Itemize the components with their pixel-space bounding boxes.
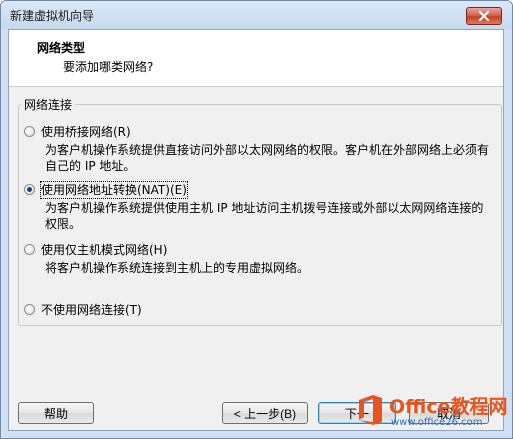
watermark-title: Office教程网 — [389, 396, 508, 418]
close-icon — [479, 11, 489, 21]
title-bar[interactable]: 新建虚拟机向导 — [1, 1, 512, 29]
group-legend: 网络连接 — [21, 96, 76, 113]
watermark: Office教程网 www.office26.com — [355, 390, 511, 436]
help-button[interactable]: 帮助 — [18, 402, 94, 424]
page-subtitle: 要添加哪类网络? — [63, 60, 154, 74]
radio-host-only[interactable] — [24, 244, 35, 255]
office-logo-icon — [359, 395, 382, 425]
back-button[interactable]: < 上一步(B) — [222, 402, 308, 424]
option-nat-label[interactable]: 使用网络地址转换(NAT)(E) — [40, 181, 188, 199]
page-title: 网络类型 — [37, 41, 86, 55]
option-no-network-label[interactable]: 不使用网络连接(T) — [41, 302, 142, 318]
radio-no-network[interactable] — [24, 304, 35, 315]
option-bridged-label[interactable]: 使用桥接网络(R) — [41, 124, 131, 140]
option-host-only-label[interactable]: 使用仅主机模式网络(H) — [41, 242, 167, 258]
wizard-window: 新建虚拟机向导 网络类型 要添加哪类网络? 网络连接 使用桥接网络(R) 为客户… — [0, 0, 513, 439]
wizard-header: 网络类型 要添加哪类网络? — [9, 30, 503, 87]
option-bridged-description: 为客户机操作系统提供直接访问外部以太网网络的权限。客户机在外部网络上必须有自己的… — [45, 143, 490, 173]
radio-nat[interactable] — [24, 184, 35, 195]
watermark-url: www.office26.com — [391, 417, 483, 428]
option-host-only-description: 将客户机操作系统连接到主机上的专用虚拟网络。 — [45, 261, 310, 275]
dialog-client: 网络类型 要添加哪类网络? 网络连接 使用桥接网络(R) 为客户机操作系统提供直… — [8, 29, 504, 431]
radio-bridged[interactable] — [24, 126, 35, 137]
window-title: 新建虚拟机向导 — [10, 9, 95, 23]
close-button[interactable] — [466, 7, 502, 25]
option-nat-description: 为客户机操作系统提供使用主机 IP 地址访问主机拨号连接或外部以太网网络连接的权… — [45, 201, 484, 231]
